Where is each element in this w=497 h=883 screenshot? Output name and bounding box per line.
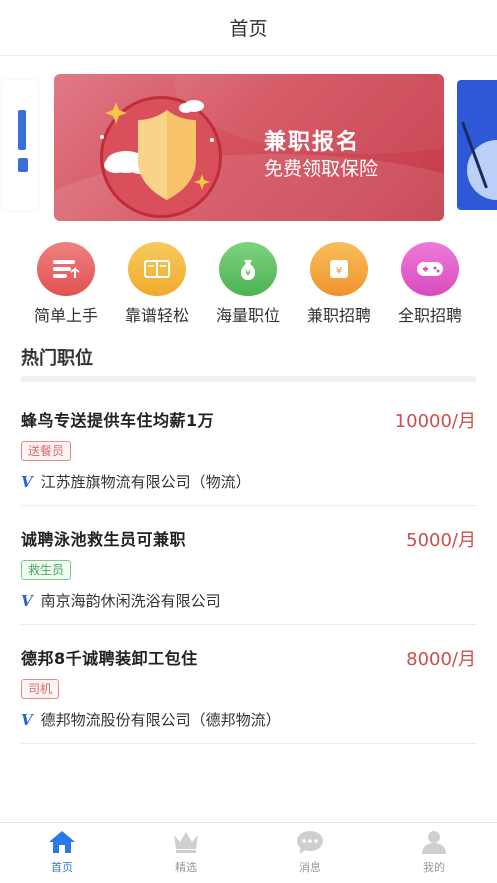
tab-label: 我的 (423, 861, 445, 874)
company-name: 南京海韵休闲洗浴有限公司 (40, 592, 221, 610)
category-label: 海量职位 (215, 306, 280, 325)
shield-icon (100, 100, 214, 200)
category-label: 简单上手 (33, 306, 98, 325)
category-row: 简单上手 靠谱轻松 ¥ 海量职位 ¥ 兼职招聘 全职招聘 (0, 242, 497, 326)
category-label: 全职招聘 (397, 306, 462, 325)
wallet-icon: ¥ (310, 242, 368, 296)
job-title: 德邦8千诚聘装卸工包住 (21, 649, 198, 668)
tab-label: 消息 (299, 861, 321, 874)
banner-slide[interactable]: 兼职报名 免费领取保险 (54, 74, 444, 221)
job-company: V 南京海韵休闲洗浴有限公司 (21, 590, 221, 611)
verified-icon: V (21, 591, 33, 610)
tab-home[interactable]: 首页 (22, 829, 102, 875)
category-many-jobs[interactable]: ¥ 海量职位 (203, 242, 293, 326)
job-company: V 江苏旌旗物流有限公司（物流） (21, 471, 251, 492)
section-title: 热门职位 (21, 348, 93, 369)
tab-messages[interactable]: 消息 (270, 829, 350, 875)
book-icon (128, 242, 186, 296)
home-icon (47, 829, 77, 855)
job-list-item[interactable]: 德邦8千诚聘装卸工包住 8000/月 司机 V 德邦物流股份有限公司（德邦物流） (21, 625, 476, 744)
verified-icon: V (21, 472, 33, 491)
gamepad-icon (401, 242, 459, 296)
job-tag: 救生员 (21, 560, 72, 580)
company-name: 德邦物流股份有限公司（德邦物流） (40, 711, 281, 729)
category-reliable[interactable]: 靠谱轻松 (112, 242, 202, 326)
banner-title: 兼职报名 (264, 130, 361, 155)
job-salary: 5000/月 (406, 530, 476, 551)
tab-featured[interactable]: 精选 (146, 829, 226, 875)
page-title: 首页 (229, 18, 268, 40)
category-label: 兼职招聘 (306, 306, 371, 325)
job-company: V 德邦物流股份有限公司（德邦物流） (21, 709, 281, 730)
category-full-time[interactable]: 全职招聘 (385, 242, 475, 326)
job-title: 蜂鸟专送提供车住均薪1万 (21, 411, 215, 430)
company-name: 江苏旌旗物流有限公司（物流） (40, 473, 251, 491)
job-tag: 司机 (21, 679, 60, 699)
crown-icon (171, 829, 201, 855)
category-label: 靠谱轻松 (124, 306, 189, 325)
svg-text:¥: ¥ (245, 269, 251, 279)
bottom-tab-bar: 首页 精选 消息 我的 (0, 822, 497, 883)
job-title: 诚聘泳池救生员可兼职 (21, 530, 187, 549)
banner-next-slide[interactable] (457, 80, 497, 210)
job-tag: 送餐员 (21, 441, 72, 461)
svg-text:¥: ¥ (336, 266, 342, 277)
stack-icon (37, 242, 95, 296)
tab-profile[interactable]: 我的 (394, 829, 474, 875)
banner-prev-slide[interactable] (2, 80, 38, 210)
banner-carousel[interactable]: 兼职报名 免费领取保险 (0, 70, 497, 224)
banner-subtitle: 免费领取保险 (264, 158, 379, 180)
job-list-item[interactable]: 诚聘泳池救生员可兼职 5000/月 救生员 V 南京海韵休闲洗浴有限公司 (21, 506, 476, 625)
verified-icon: V (21, 710, 33, 729)
category-part-time[interactable]: ¥ 兼职招聘 (294, 242, 384, 326)
user-icon (419, 829, 449, 855)
section-divider (21, 376, 476, 382)
top-header: 首页 (0, 0, 497, 56)
job-list-item[interactable]: 蜂鸟专送提供车住均薪1万 10000/月 送餐员 V 江苏旌旗物流有限公司（物流… (21, 387, 476, 506)
category-easy-start[interactable]: 简单上手 (21, 242, 111, 326)
job-salary: 10000/月 (394, 411, 476, 432)
job-salary: 8000/月 (406, 649, 476, 670)
chat-icon (295, 829, 325, 855)
tab-label: 首页 (51, 861, 73, 874)
tab-label: 精选 (175, 861, 197, 874)
money-bag-icon: ¥ (219, 242, 277, 296)
